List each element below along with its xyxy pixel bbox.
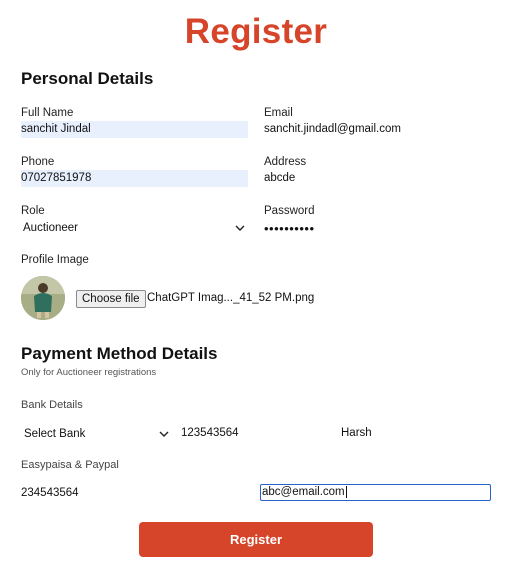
easypaisa-paypal-label: Easypaisa & Paypal	[21, 459, 119, 471]
phone-input[interactable]: 07027851978	[21, 170, 248, 187]
password-label: Password	[264, 205, 315, 217]
payment-details-heading: Payment Method Details	[21, 344, 218, 363]
address-label: Address	[264, 156, 307, 168]
payment-subtitle: Only for Auctioneer registrations	[21, 367, 157, 378]
role-select[interactable]: Auctioneer	[23, 219, 245, 236]
account-number-input[interactable]: 123543564	[181, 425, 321, 442]
selected-file-name: ChatGPT Imag..._41_52 PM.png	[147, 292, 315, 304]
paypal-email-value: abc@email.com	[262, 486, 345, 498]
password-input[interactable]: ••••••••••	[264, 220, 492, 237]
easypaisa-number-input[interactable]: 234543564	[21, 485, 248, 502]
email-input[interactable]: sanchit.jindadl@gmail.com	[264, 121, 492, 138]
text-caret	[345, 485, 347, 498]
bank-details-label: Bank Details	[21, 399, 83, 411]
personal-details-heading: Personal Details	[21, 69, 154, 88]
bank-select[interactable]: Select Bank	[24, 425, 169, 442]
profile-image-label: Profile Image	[21, 254, 89, 266]
register-button[interactable]: Register	[139, 522, 373, 557]
account-name-input[interactable]: Harsh	[341, 425, 481, 442]
phone-label: Phone	[21, 156, 55, 168]
role-label: Role	[21, 205, 45, 217]
bank-select-value: Select Bank	[24, 427, 86, 440]
profile-avatar	[21, 276, 65, 320]
chevron-down-icon	[235, 225, 245, 231]
page-title: Register	[184, 12, 328, 51]
paypal-email-input[interactable]: abc@email.com	[260, 484, 491, 501]
choose-file-button[interactable]: Choose file	[76, 290, 146, 308]
role-select-value: Auctioneer	[23, 221, 78, 234]
full-name-label: Full Name	[21, 107, 74, 119]
email-label: Email	[264, 107, 293, 119]
full-name-input[interactable]: sanchit Jindal	[21, 121, 248, 138]
chevron-down-icon	[159, 431, 169, 437]
address-input[interactable]: abcde	[264, 170, 492, 187]
